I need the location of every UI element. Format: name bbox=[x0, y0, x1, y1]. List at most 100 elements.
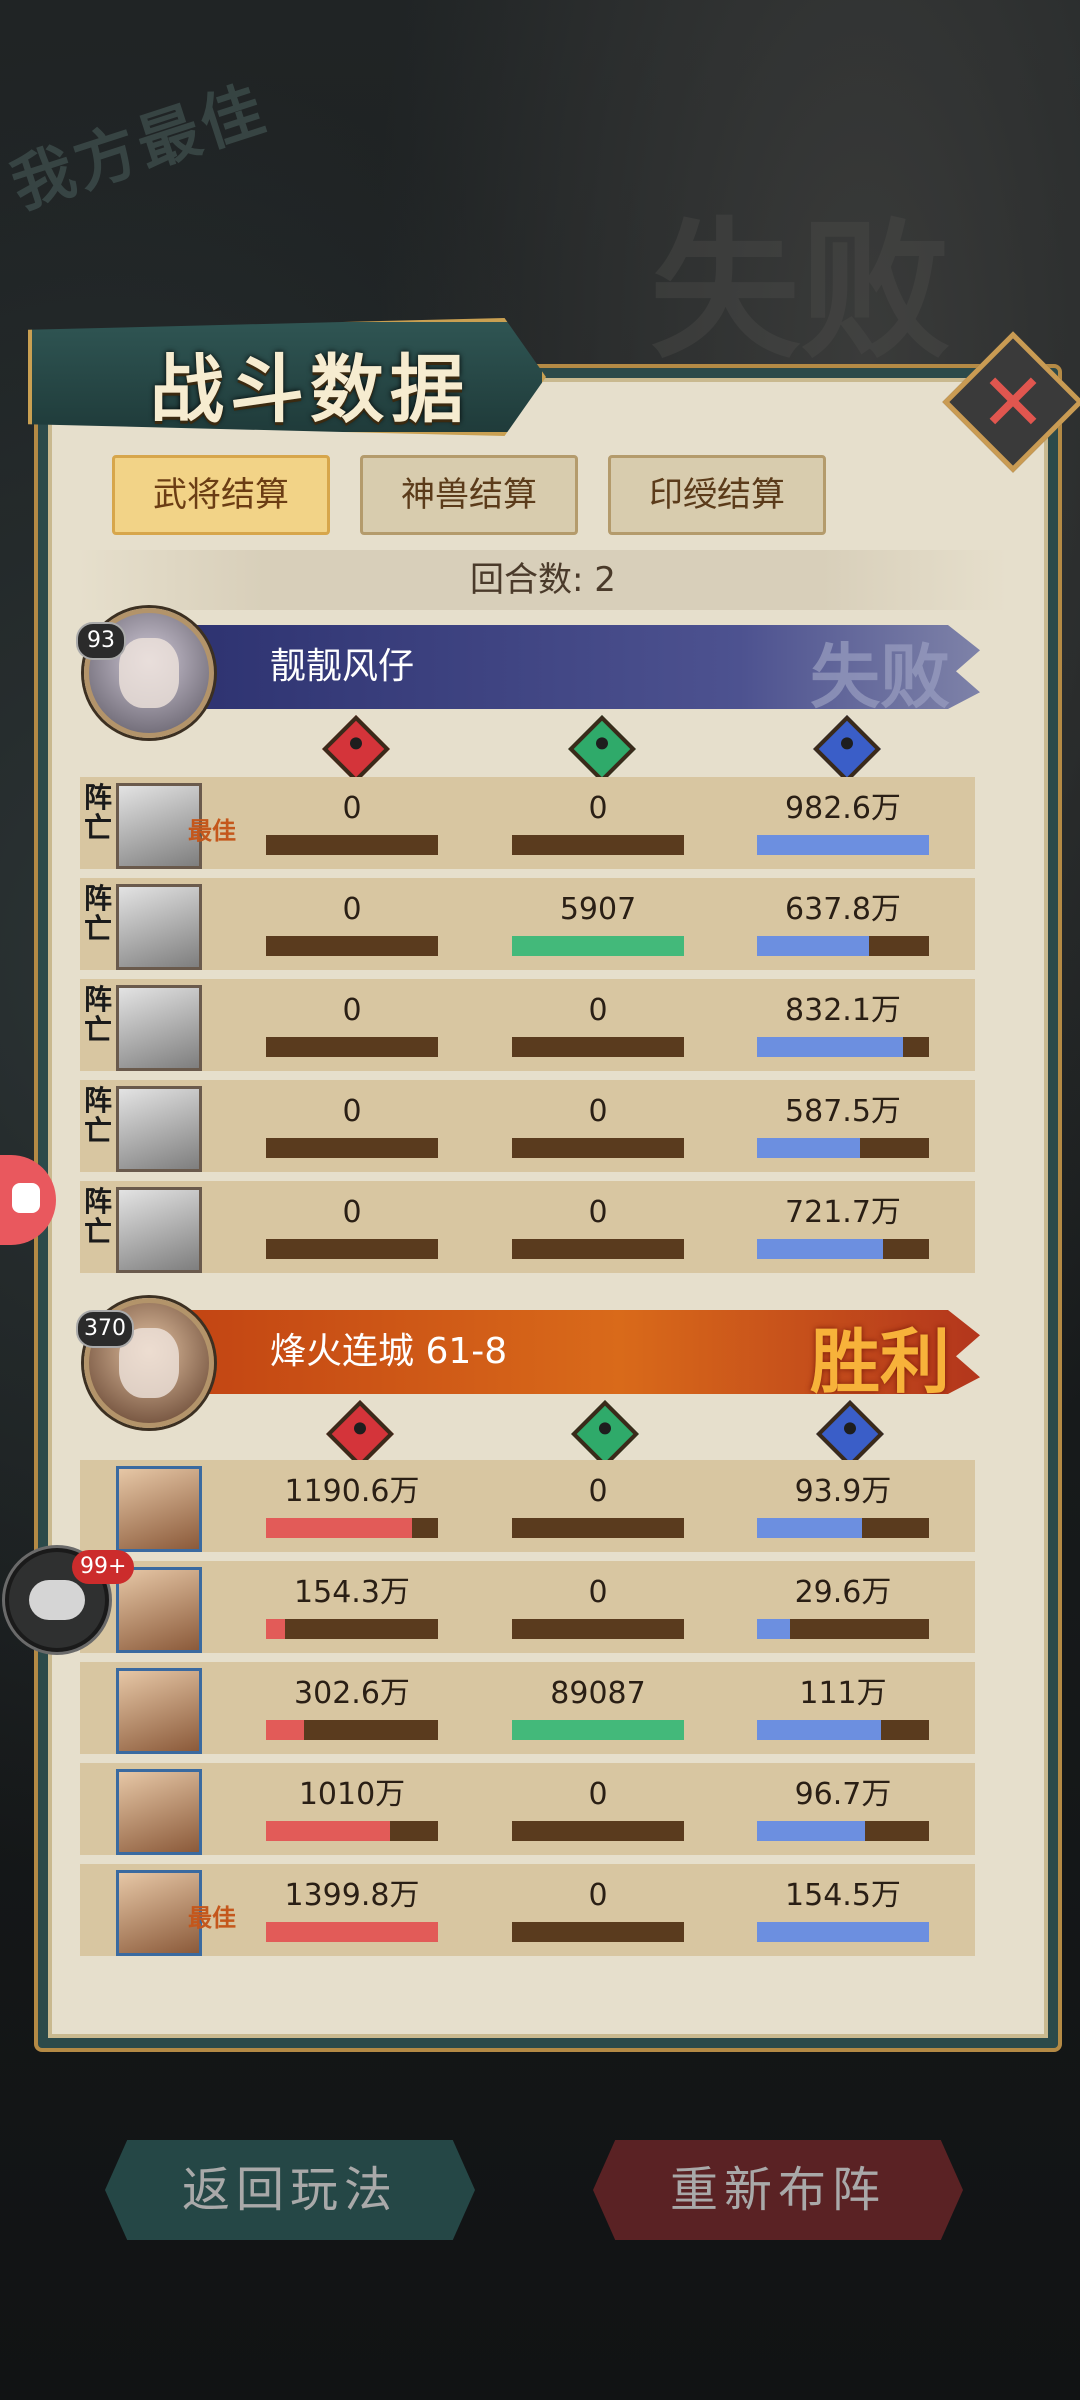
team-bar-ally: 烽火连城 61-8 胜利 bbox=[180, 1310, 980, 1394]
player-name: 烽火连城 61-8 bbox=[270, 1331, 508, 1372]
heal-value: 0 bbox=[588, 1094, 608, 1129]
tank-value: 832.1万 bbox=[785, 993, 901, 1028]
tank-bar bbox=[757, 1720, 929, 1740]
hero-stat-row: 1190.6万 0 93.9万 bbox=[80, 1460, 975, 1552]
tank-bar-fill bbox=[757, 1037, 904, 1057]
damage-bar bbox=[266, 936, 438, 956]
dead-tag: 阵亡 bbox=[83, 882, 112, 945]
damage-cell: 0 bbox=[266, 1092, 438, 1158]
tank-bar bbox=[757, 1821, 929, 1841]
dead-tag: 阵亡 bbox=[83, 1185, 112, 1248]
tank-bar-fill bbox=[757, 1239, 883, 1259]
damage-bar-fill bbox=[266, 1821, 390, 1841]
heal-value: 0 bbox=[588, 1575, 608, 1610]
heal-bar bbox=[512, 1518, 684, 1538]
damage-cell: 0 bbox=[266, 890, 438, 956]
damage-value: 1399.8万 bbox=[284, 1878, 420, 1913]
tank-cell: 96.7万 bbox=[757, 1775, 929, 1841]
heal-cell: 0 bbox=[512, 1876, 684, 1942]
tank-bar-fill bbox=[757, 1922, 929, 1942]
player-level: 93 bbox=[76, 622, 126, 660]
panel-title: 战斗数据 bbox=[150, 347, 470, 433]
result-label: 失败 bbox=[810, 635, 950, 718]
hero-portrait[interactable] bbox=[116, 1769, 202, 1855]
heal-bar bbox=[512, 1619, 684, 1639]
hero-stat-row: 302.6万 89087 111万 bbox=[80, 1662, 975, 1754]
hero-portrait[interactable] bbox=[116, 1187, 202, 1273]
hero-portrait[interactable] bbox=[116, 1086, 202, 1172]
hero-portrait[interactable] bbox=[116, 1668, 202, 1754]
heal-bar bbox=[512, 1720, 684, 1740]
damage-bar bbox=[266, 1138, 438, 1158]
damage-cell: 302.6万 bbox=[266, 1674, 438, 1740]
hero-portrait[interactable] bbox=[116, 985, 202, 1071]
heal-value: 89087 bbox=[550, 1676, 646, 1711]
dead-tag: 阵亡 bbox=[83, 1084, 112, 1147]
chat-bubble-icon bbox=[29, 1580, 85, 1620]
damage-cell: 1190.6万 bbox=[266, 1472, 438, 1538]
tank-bar-fill bbox=[757, 1518, 862, 1538]
tank-bar-fill bbox=[757, 835, 929, 855]
tab-beast-settlement[interactable]: 神兽结算 bbox=[360, 455, 578, 535]
tank-bar-fill bbox=[757, 1138, 861, 1158]
tank-cell: 982.6万 bbox=[757, 789, 929, 855]
damage-cell: 1010万 bbox=[266, 1775, 438, 1841]
tank-bar-fill bbox=[757, 936, 869, 956]
damage-cell: 0 bbox=[266, 1193, 438, 1259]
tank-value: 982.6万 bbox=[785, 791, 901, 826]
tank-cell: 637.8万 bbox=[757, 890, 929, 956]
hero-stat-row: 最佳 1399.8万 0 154.5万 bbox=[80, 1864, 975, 1956]
tank-cell: 154.5万 bbox=[757, 1876, 929, 1942]
tab-seal-settlement[interactable]: 印绶结算 bbox=[608, 455, 826, 535]
damage-bar bbox=[266, 1922, 438, 1942]
heal-cell: 0 bbox=[512, 1092, 684, 1158]
damage-value: 0 bbox=[342, 892, 362, 927]
back-to-mode-button[interactable]: 返回玩法 bbox=[105, 2140, 475, 2240]
close-icon: ✕ bbox=[979, 355, 1047, 449]
heal-value: 0 bbox=[588, 1195, 608, 1230]
heal-value: 5907 bbox=[559, 892, 637, 927]
heal-bar bbox=[512, 835, 684, 855]
tank-bar-fill bbox=[757, 1821, 866, 1841]
heal-value: 0 bbox=[588, 993, 608, 1028]
hero-stat-row: 阵亡 0 0 721.7万 bbox=[80, 1181, 975, 1273]
damage-bar bbox=[266, 1619, 438, 1639]
damage-bar bbox=[266, 1518, 438, 1538]
heal-value: 0 bbox=[588, 1777, 608, 1812]
damage-bar bbox=[266, 1037, 438, 1057]
hero-portrait[interactable] bbox=[116, 1567, 202, 1653]
tank-bar bbox=[757, 936, 929, 956]
damage-value: 154.3万 bbox=[294, 1575, 410, 1610]
tank-cell: 587.5万 bbox=[757, 1092, 929, 1158]
heal-bar bbox=[512, 1239, 684, 1259]
tank-value: 93.9万 bbox=[794, 1474, 892, 1509]
best-tag: 最佳 bbox=[188, 1904, 236, 1932]
tank-value: 637.8万 bbox=[785, 892, 901, 927]
tab-general-settlement[interactable]: 武将结算 bbox=[112, 455, 330, 535]
best-tag: 最佳 bbox=[188, 817, 236, 845]
damage-bar bbox=[266, 1720, 438, 1740]
rearrange-formation-button[interactable]: 重新布阵 bbox=[593, 2140, 963, 2240]
heal-value: 0 bbox=[588, 791, 608, 826]
tank-cell: 721.7万 bbox=[757, 1193, 929, 1259]
heal-cell: 0 bbox=[512, 1775, 684, 1841]
damage-value: 0 bbox=[342, 791, 362, 826]
damage-value: 0 bbox=[342, 1195, 362, 1230]
hero-portrait[interactable] bbox=[116, 1466, 202, 1552]
tank-value: 587.5万 bbox=[785, 1094, 901, 1129]
hero-stat-row: 154.3万 0 29.6万 bbox=[80, 1561, 975, 1653]
damage-bar bbox=[266, 1821, 438, 1841]
heal-cell: 89087 bbox=[512, 1674, 684, 1740]
damage-bar-fill bbox=[266, 1518, 413, 1538]
heal-cell: 0 bbox=[512, 789, 684, 855]
damage-bar-fill bbox=[266, 1720, 304, 1740]
tank-bar bbox=[757, 1037, 929, 1057]
player-level: 370 bbox=[76, 1310, 134, 1348]
damage-cell: 0 bbox=[266, 789, 438, 855]
hero-stat-row: 1010万 0 96.7万 bbox=[80, 1763, 975, 1855]
hero-portrait[interactable] bbox=[116, 884, 202, 970]
damage-cell: 1399.8万 bbox=[266, 1876, 438, 1942]
damage-bar bbox=[266, 1239, 438, 1259]
heal-value: 0 bbox=[588, 1878, 608, 1913]
tank-value: 154.5万 bbox=[785, 1878, 901, 1913]
